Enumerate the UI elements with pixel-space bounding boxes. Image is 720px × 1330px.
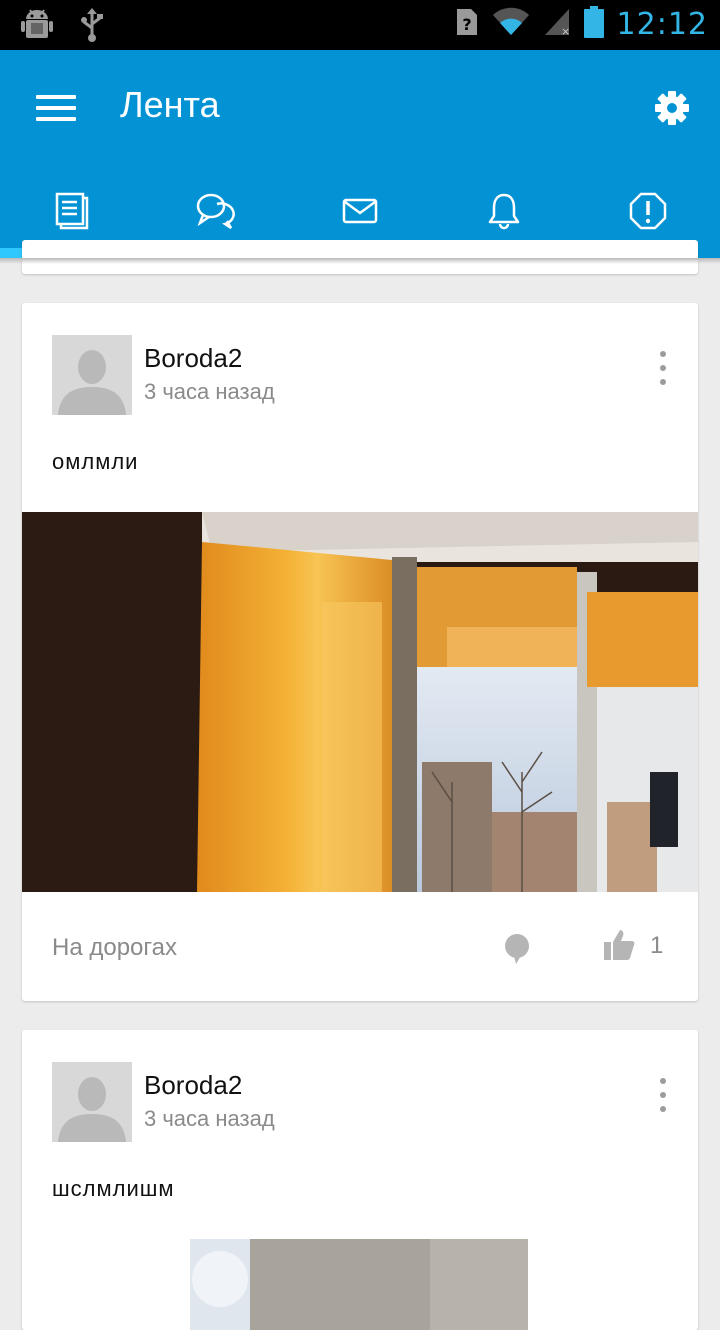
gear-icon[interactable] bbox=[652, 88, 692, 128]
newspaper-icon bbox=[55, 192, 89, 234]
status-bar-right: ? × 12:12 bbox=[455, 5, 708, 43]
previous-post-card bbox=[22, 240, 698, 274]
post-photo[interactable] bbox=[190, 1239, 528, 1330]
android-debug-icon bbox=[20, 8, 54, 46]
avatar[interactable] bbox=[52, 335, 132, 415]
svg-text:?: ? bbox=[462, 15, 471, 34]
envelope-icon bbox=[342, 196, 378, 230]
hamburger-icon[interactable] bbox=[36, 95, 76, 125]
chat-bubbles-icon bbox=[195, 192, 237, 234]
exclamation-icon bbox=[629, 192, 667, 234]
post-photo[interactable] bbox=[22, 512, 698, 892]
more-options-icon[interactable] bbox=[656, 351, 670, 385]
svg-text:×: × bbox=[561, 25, 570, 37]
more-options-icon[interactable] bbox=[656, 1078, 670, 1112]
post-time: 3 часа назад bbox=[144, 379, 275, 404]
app-bar: Лента bbox=[0, 50, 720, 168]
post-footer: На дорогах 1 bbox=[22, 892, 698, 1001]
thumbs-up-icon[interactable] bbox=[602, 928, 636, 962]
author-name[interactable]: Boroda2 bbox=[144, 1070, 242, 1101]
post-card[interactable]: Boroda2 3 часа назад шслмлишм bbox=[22, 1030, 698, 1330]
author-name[interactable]: Boroda2 bbox=[144, 343, 242, 374]
post-text: омлмли bbox=[52, 449, 139, 474]
status-bar-left bbox=[20, 8, 104, 46]
wifi-icon bbox=[491, 7, 531, 41]
like-count: 1 bbox=[650, 932, 664, 959]
comment-icon[interactable] bbox=[502, 932, 532, 966]
avatar[interactable] bbox=[52, 1062, 132, 1142]
bell-icon bbox=[486, 192, 522, 234]
tab-bar-shadow bbox=[0, 258, 720, 264]
sim-unknown-icon: ? bbox=[455, 7, 479, 41]
battery-icon bbox=[583, 5, 605, 43]
page-title: Лента bbox=[120, 84, 220, 125]
post-category-link[interactable]: На дорогах bbox=[52, 934, 177, 962]
signal-icon: × bbox=[543, 7, 571, 41]
post-text: шслмлишм bbox=[52, 1176, 175, 1201]
usb-icon bbox=[80, 8, 104, 46]
clock: 12:12 bbox=[616, 6, 708, 42]
post-time: 3 часа назад bbox=[144, 1106, 275, 1131]
status-bar: ? × 12:12 bbox=[0, 0, 720, 50]
post-card[interactable]: Boroda2 3 часа назад омлмли На дорогах 1 bbox=[22, 303, 698, 1001]
